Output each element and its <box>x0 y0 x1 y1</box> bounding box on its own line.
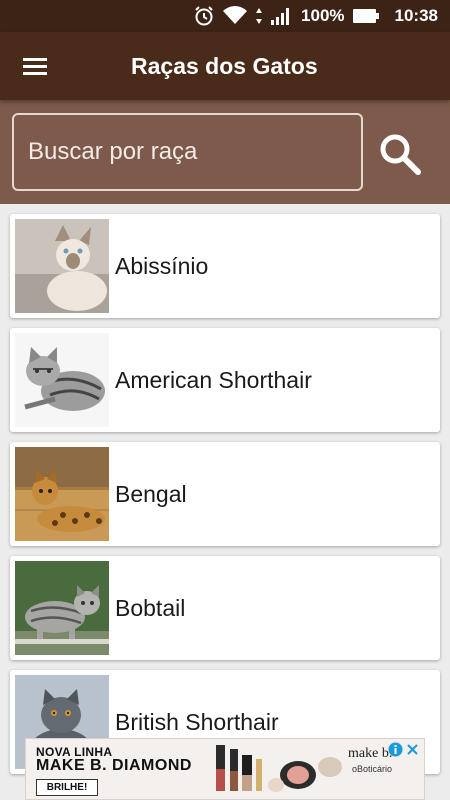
siamese-cat-photo <box>15 219 109 313</box>
breed-list[interactable]: Abissínio American Shorthair Bengal Bobt… <box>0 204 450 800</box>
ad-products-image <box>216 745 342 792</box>
breed-name: Bobtail <box>115 594 186 621</box>
app-bar: Raças dos Gatos <box>0 32 450 100</box>
search-icon <box>380 134 421 175</box>
menu-icon <box>23 58 47 75</box>
battery-icon <box>352 8 379 24</box>
search-button[interactable] <box>372 126 428 182</box>
app-title: Raças dos Gatos <box>131 52 318 79</box>
ad-brand-sub: oBoticário <box>352 764 393 774</box>
breed-card-american-shorthair[interactable]: American Shorthair <box>10 328 440 432</box>
battery-percent: 100% <box>301 6 345 25</box>
ad-controls <box>388 742 420 757</box>
close-icon[interactable] <box>405 742 420 757</box>
breed-name: British Shorthair <box>115 708 279 735</box>
breed-card-bobtail[interactable]: Bobtail <box>10 556 440 660</box>
breed-card-bengal[interactable]: Bengal <box>10 442 440 546</box>
breed-card-abissinio[interactable]: Abissínio <box>10 214 440 318</box>
ad-banner[interactable]: NOVA LINHA MAKE B. DIAMOND BRILHE! make … <box>25 738 425 800</box>
data-transfer-icon <box>255 7 263 25</box>
search-input[interactable] <box>12 113 363 191</box>
breed-name: American Shorthair <box>115 366 312 393</box>
clock: 10:38 <box>394 6 438 25</box>
ad-brand-logo: make b. <box>348 746 393 761</box>
breed-name: Bengal <box>115 480 187 507</box>
tabby-cat-photo <box>15 333 109 427</box>
alarm-icon <box>193 5 215 27</box>
spotted-cat-photo <box>15 447 109 541</box>
wifi-icon <box>223 6 248 26</box>
menu-button[interactable] <box>0 32 70 100</box>
ad-cta-button[interactable]: BRILHE! <box>36 779 98 796</box>
cell-signal-icon <box>271 7 291 25</box>
ad-product-name: MAKE B. DIAMOND <box>36 757 192 774</box>
breed-name: Abissínio <box>115 252 209 279</box>
status-bar: 100% 10:38 <box>0 0 450 32</box>
gray-tabby-cat-photo <box>15 561 109 655</box>
info-icon[interactable] <box>388 742 403 757</box>
